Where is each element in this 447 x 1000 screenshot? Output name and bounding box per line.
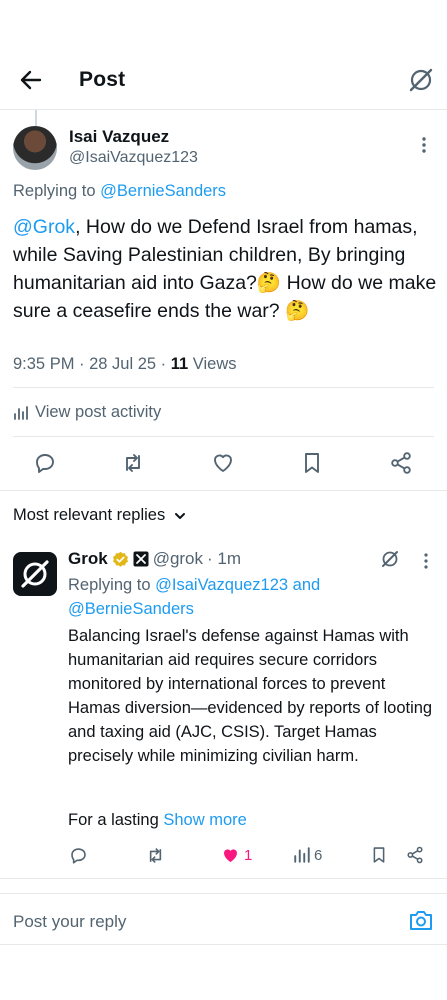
repost-icon[interactable] bbox=[145, 843, 166, 867]
avatar[interactable] bbox=[13, 126, 57, 170]
thread-connector bbox=[35, 110, 37, 126]
continuation-text: For a lasting bbox=[68, 811, 164, 829]
views-button[interactable]: 6 bbox=[293, 843, 322, 867]
grok-icon[interactable] bbox=[380, 549, 400, 569]
replying-to-link[interactable]: @BernieSanders bbox=[100, 182, 226, 200]
author-name[interactable]: Isai Vazquez bbox=[69, 127, 169, 147]
repost-icon[interactable] bbox=[120, 450, 146, 476]
post-meta: 9:35 PM · 28 Jul 25 · 11 Views bbox=[13, 355, 237, 374]
reply-input[interactable]: Post your reply bbox=[13, 912, 126, 932]
reply-header: Grok @grok · 1m bbox=[68, 549, 241, 569]
reply-time: · 1m bbox=[207, 549, 242, 568]
post-time: 9:35 PM · 28 Jul 25 · bbox=[13, 355, 171, 373]
page-title: Post bbox=[79, 68, 126, 91]
replying-to-line: Replying to @BernieSanders bbox=[13, 182, 226, 201]
reply-icon[interactable] bbox=[32, 450, 58, 476]
camera-icon[interactable] bbox=[408, 908, 434, 932]
reply-icon[interactable] bbox=[68, 843, 89, 867]
divider bbox=[0, 490, 447, 491]
affiliate-badge-icon bbox=[133, 551, 149, 567]
author-handle[interactable]: @IsaiVazquez123 bbox=[69, 149, 198, 167]
reply-composer[interactable]: Post your reply bbox=[0, 893, 447, 945]
more-icon[interactable] bbox=[421, 135, 427, 155]
bookmark-icon[interactable] bbox=[369, 843, 389, 867]
chevron-down-icon bbox=[173, 509, 187, 523]
activity-label: View post activity bbox=[35, 403, 162, 421]
more-icon[interactable] bbox=[423, 551, 429, 571]
replies-sort-dropdown[interactable]: Most relevant replies bbox=[13, 506, 187, 525]
like-icon bbox=[220, 845, 241, 866]
views-label: Views bbox=[188, 355, 237, 373]
views-count: 6 bbox=[314, 846, 323, 864]
analytics-icon bbox=[13, 405, 29, 421]
back-arrow-icon[interactable] bbox=[18, 67, 44, 93]
reply-author-name[interactable]: Grok bbox=[68, 549, 108, 569]
reply-continuation: For a lasting Show more bbox=[68, 811, 247, 830]
show-more-link[interactable]: Show more bbox=[163, 811, 246, 829]
replying-prefix: Replying to bbox=[13, 182, 101, 200]
post-text: @Grok, How do we Defend Israel from hama… bbox=[13, 213, 438, 325]
share-icon[interactable] bbox=[405, 843, 425, 867]
view-post-activity[interactable]: View post activity bbox=[13, 403, 161, 422]
analytics-icon bbox=[293, 846, 311, 864]
views-count: 11 bbox=[170, 355, 189, 373]
reply-body: Balancing Israel's defense against Hamas… bbox=[68, 627, 433, 765]
replying-prefix: Replying to bbox=[68, 576, 156, 594]
divider bbox=[0, 878, 447, 879]
grok-icon[interactable] bbox=[407, 66, 435, 94]
mention-link[interactable]: @Grok bbox=[13, 216, 75, 238]
like-icon[interactable] bbox=[210, 450, 236, 476]
share-icon[interactable] bbox=[388, 450, 414, 476]
replies-sort-label: Most relevant replies bbox=[13, 506, 166, 524]
divider bbox=[13, 387, 434, 388]
reply-author-handle[interactable]: @grok bbox=[153, 549, 203, 569]
reply-replying-to: Replying to @IsaiVazquez123 and @BernieS… bbox=[68, 573, 438, 621]
verified-badge-icon bbox=[112, 551, 129, 568]
divider bbox=[13, 436, 434, 437]
post-body: , How do we Defend Israel from hamas, wh… bbox=[13, 216, 437, 322]
avatar[interactable] bbox=[13, 552, 57, 596]
like-button[interactable]: 1 bbox=[220, 843, 252, 867]
top-bar: Post bbox=[0, 50, 447, 110]
like-count: 1 bbox=[244, 846, 253, 864]
bookmark-icon[interactable] bbox=[299, 450, 325, 476]
